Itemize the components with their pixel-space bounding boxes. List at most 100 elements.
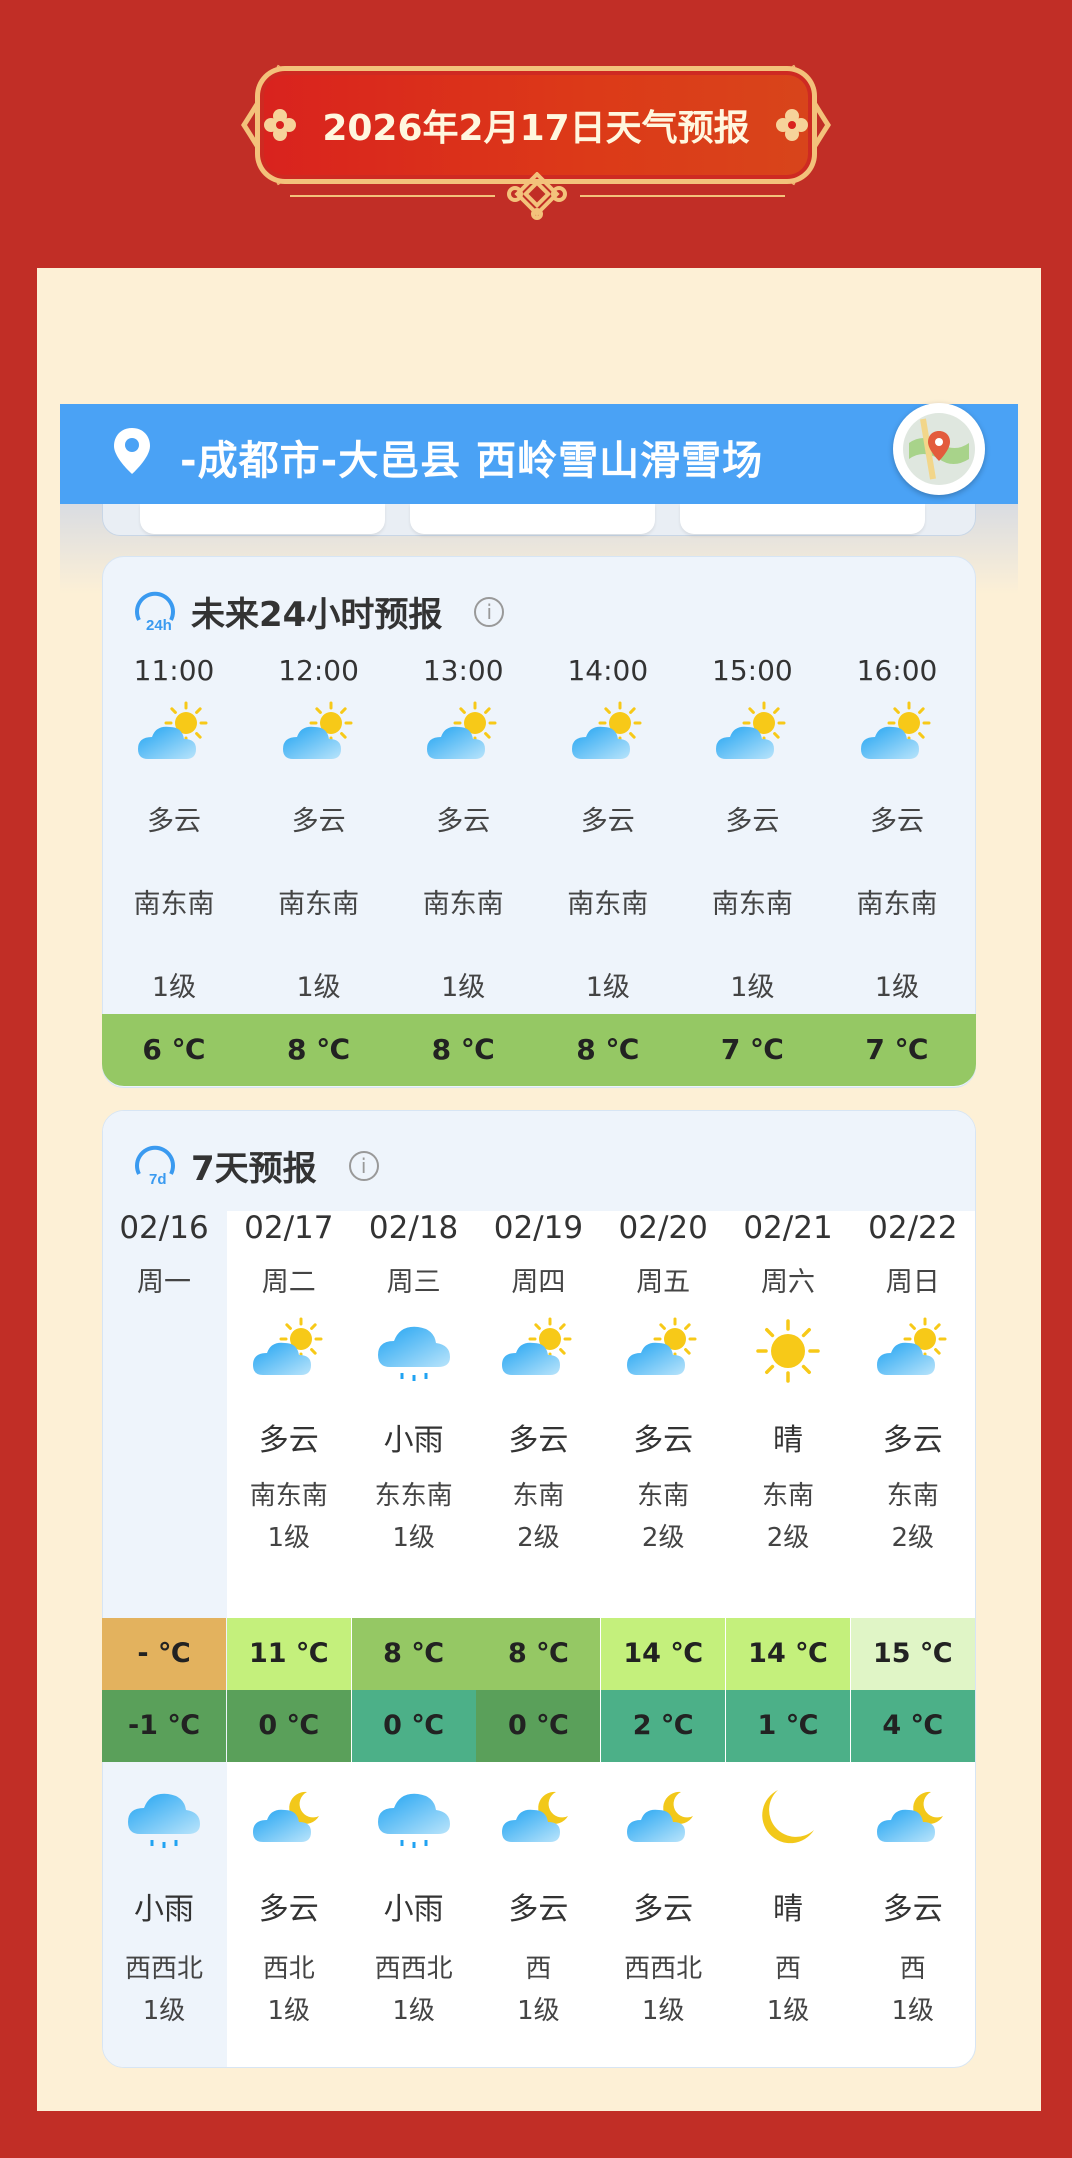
day-date: 02/19: [493, 1210, 584, 1246]
night-column: 多云 西 1级: [851, 1784, 975, 2032]
hour-wind-direction: 南东南: [567, 889, 649, 920]
hourly-item: 12:00 多云 南东南 1级: [247, 654, 391, 1004]
day-column: 02/22 周日 多云 东南 2级: [851, 1210, 975, 1559]
hour-wind-direction: 南东南: [422, 889, 504, 920]
night-wind-direction: 西北: [262, 1954, 315, 1984]
day-wind-level: 2级: [766, 1523, 810, 1553]
day-high-temperature: - ℃: [102, 1618, 226, 1690]
hourly-title: 未来24小时预报: [191, 595, 443, 635]
location-pin-icon: [114, 428, 150, 474]
day-weekday: 周三: [386, 1267, 441, 1298]
night-wind-direction: 西: [899, 1954, 926, 1984]
partly-cloudy-icon: [427, 701, 497, 759]
day-low-temperature: 1 ℃: [726, 1690, 850, 1762]
hour-wind-level: 1级: [874, 972, 920, 1003]
day-low-temperature: 2 ℃: [601, 1690, 726, 1762]
night-wind-level: 1级: [267, 1996, 311, 2026]
summary-card: [680, 504, 925, 534]
partly-cloudy-icon: [571, 701, 642, 759]
night-condition: 多云: [258, 1892, 319, 1927]
day-wind-direction: 东南: [886, 1481, 939, 1511]
rain-cloud-icon: [128, 1793, 200, 1848]
day-date: 02/21: [743, 1210, 833, 1246]
night-column: 小雨 西西北 1级: [102, 1784, 226, 2032]
moon-cloud-icon: [252, 1791, 319, 1842]
night-column: 小雨 西西北 1级: [352, 1784, 476, 2032]
day-low-temperature: -1 ℃: [102, 1690, 226, 1762]
hour-time: 16:00: [856, 654, 938, 687]
moon-cloud-icon: [502, 1791, 569, 1842]
hourly-item: 16:00 多云 南东南 1级: [825, 654, 969, 1004]
day-condition: 多云: [258, 1423, 319, 1458]
hour-wind-direction: 南东南: [856, 889, 938, 920]
partly-cloudy-icon: [876, 1317, 947, 1375]
day-weekday: 周二: [261, 1267, 316, 1298]
hour-condition: 多云: [870, 806, 924, 837]
page-title: 2026年2月17日天气预报: [322, 108, 750, 149]
hour-wind-level: 1级: [441, 972, 486, 1003]
night-wind-direction: 西: [525, 1954, 552, 1984]
night-column: 多云 西北 1级: [227, 1784, 351, 2032]
clover-icon: [775, 109, 808, 141]
day-column: 02/20 周五 多云 东南 2级: [601, 1210, 725, 1559]
hourly-item: 13:00 多云 南东南 1级: [391, 654, 535, 1004]
day-wind-level: 2级: [517, 1523, 560, 1553]
night-wind-direction: 西西北: [124, 1954, 203, 1984]
map-button[interactable]: [893, 403, 985, 495]
location-bar[interactable]: -成都市-大邑县 西岭雪山滑雪场: [60, 404, 1018, 504]
day-column: 02/16 周一: [102, 1210, 226, 1475]
day-date: 02/18: [368, 1210, 459, 1246]
hour-time: 15:00: [712, 654, 793, 687]
day-condition: 多云: [508, 1423, 569, 1458]
night-wind-level: 1级: [392, 1996, 435, 2026]
night-condition: 晴: [773, 1892, 803, 1927]
night-column: 晴 西 1级: [726, 1784, 850, 2032]
day-condition: 晴: [773, 1423, 803, 1458]
partly-cloudy-icon: [502, 1317, 572, 1375]
hour-temperature: 7 ℃: [865, 1033, 929, 1066]
day-date: 02/20: [618, 1210, 708, 1246]
day-condition: [102, 1415, 226, 1455]
partly-cloudy-icon: [627, 1317, 697, 1375]
7d-icon: 7d: [135, 1145, 175, 1188]
summary-card: [140, 504, 385, 534]
partly-cloudy-icon: [252, 1317, 323, 1375]
night-wind-direction: 西西北: [374, 1954, 453, 1984]
night-wind-level: 1级: [517, 1996, 560, 2026]
day-weekday: 周六: [761, 1267, 815, 1298]
hour-temperature: 7 ℃: [720, 1033, 784, 1066]
moon-icon: [762, 1790, 814, 1844]
rain-cloud-icon: [377, 1793, 450, 1848]
hour-time: 14:00: [567, 654, 649, 687]
day-weekday: 周一: [137, 1267, 191, 1298]
night-condition: 多云: [633, 1892, 694, 1927]
info-icon[interactable]: i: [348, 1150, 379, 1181]
day-date: 02/17: [244, 1210, 334, 1246]
day-wind-direction: 东南: [637, 1481, 690, 1511]
day-low-temperature: 0 ℃: [476, 1690, 601, 1762]
day-high-temperature: 8 ℃: [351, 1618, 476, 1690]
day-high-temperature: 14 ℃: [726, 1618, 850, 1690]
night-wind-direction: 西西北: [624, 1954, 703, 1984]
night-wind-level: 1级: [766, 1996, 810, 2026]
banner: 2026年2月17日天气预报: [255, 66, 817, 184]
night-wind-level: 1级: [891, 1996, 935, 2026]
day-low-temperature: 0 ℃: [226, 1690, 351, 1762]
hour-wind-direction: 南东南: [711, 889, 793, 920]
partly-cloudy-icon: [138, 701, 208, 759]
day-low-temperature: 4 ℃: [850, 1690, 975, 1762]
info-icon[interactable]: i: [474, 596, 505, 627]
hour-condition: 多云: [580, 806, 635, 837]
hour-wind-level: 1级: [296, 972, 341, 1003]
hourly-item: 14:00 多云 南东南 1级: [536, 654, 680, 1004]
day-wind-level: 2级: [891, 1523, 935, 1553]
moon-cloud-icon: [876, 1791, 943, 1842]
day-high-temperature: 15 ℃: [850, 1618, 975, 1690]
day-wind-direction: 南东南: [249, 1481, 328, 1511]
day-high-temperature: 8 ℃: [476, 1618, 601, 1690]
location-text: -成都市-大邑县 西岭雪山滑雪场: [180, 438, 764, 484]
day-wind-direction: 东东南: [374, 1481, 453, 1511]
night-condition: 多云: [508, 1892, 569, 1927]
hour-wind-direction: 南东南: [278, 889, 360, 920]
hour-wind-level: 1级: [585, 972, 630, 1003]
